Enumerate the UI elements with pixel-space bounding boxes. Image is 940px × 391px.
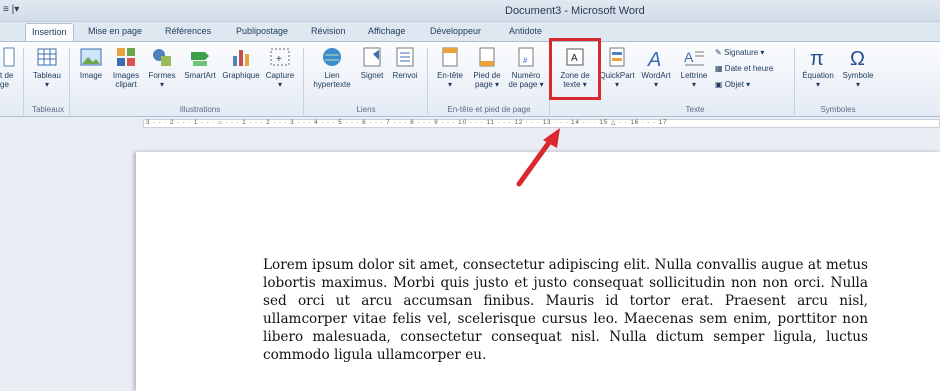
red-arrow-icon [516, 128, 560, 187]
